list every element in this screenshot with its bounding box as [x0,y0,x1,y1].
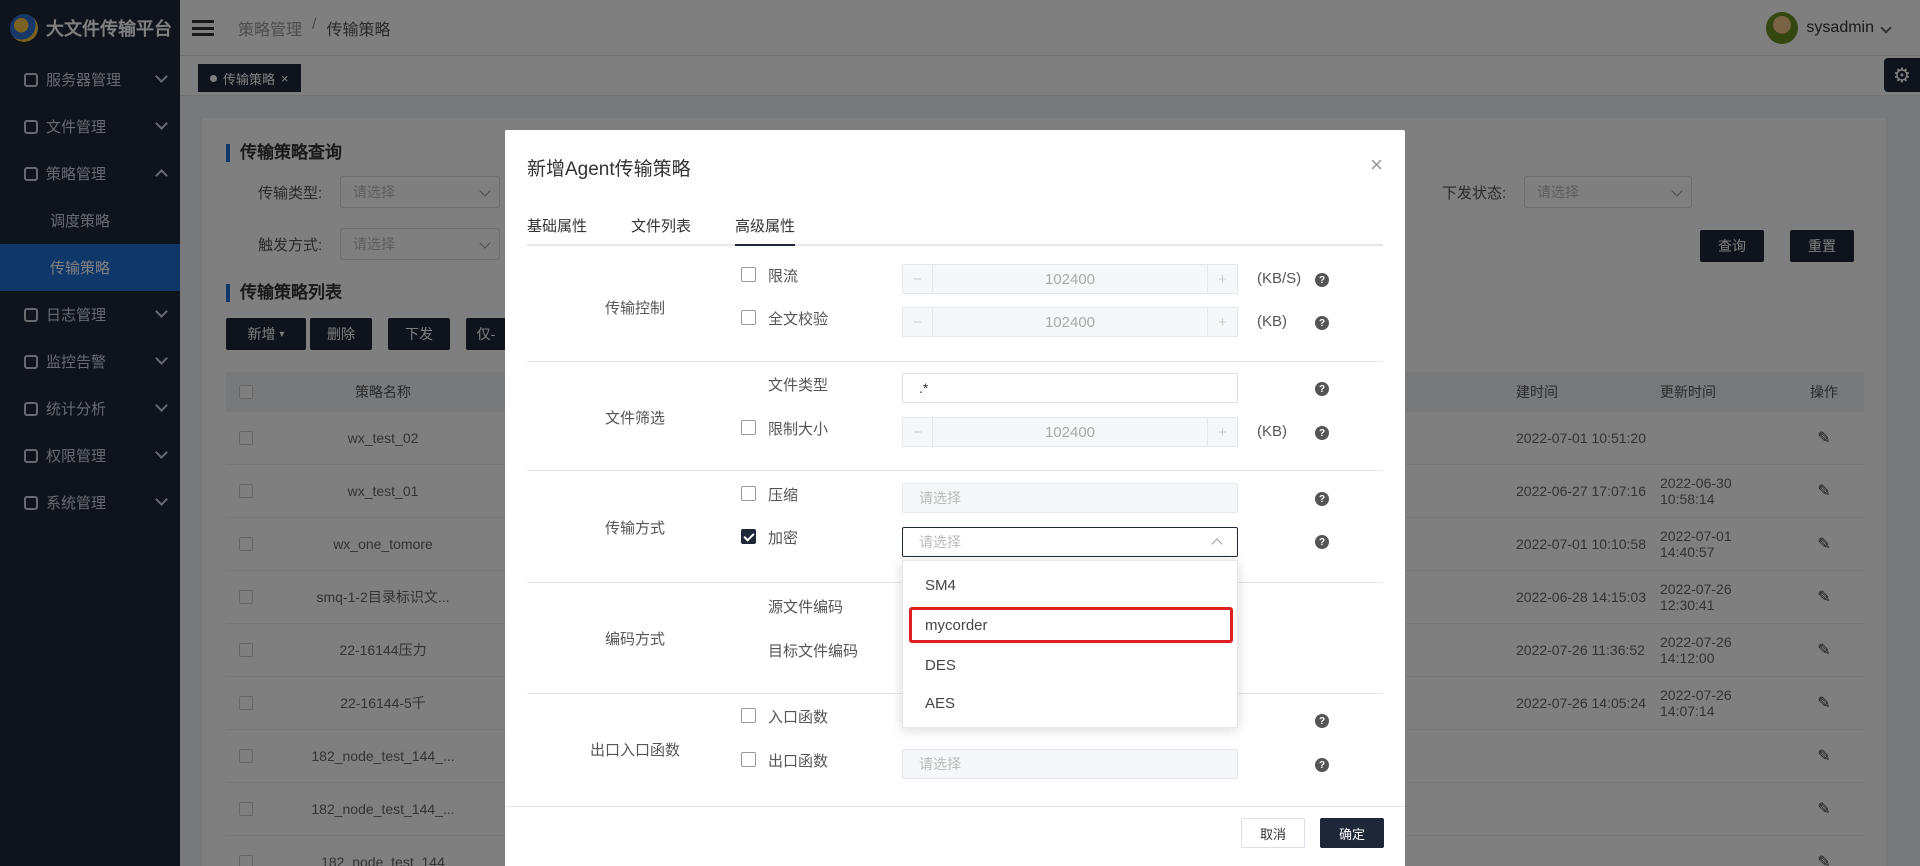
help-icon[interactable]: ? [1315,492,1329,506]
rate-limit-checkbox[interactable] [741,267,756,282]
divider [527,470,1383,471]
size-limit-stepper: − 102400 + [902,417,1238,447]
help-icon[interactable]: ? [1315,382,1329,396]
help-icon[interactable]: ? [1315,714,1329,728]
minus-icon: − [903,308,933,336]
add-agent-policy-dialog: 新增Agent传输策略 × 基础属性 文件列表 高级属性 传输控制 限流 − 1… [505,130,1405,866]
size-limit-checkbox[interactable] [741,420,756,435]
full-verify-unit: (KB) [1257,313,1287,330]
compress-label: 压缩 [768,487,799,504]
exit-func-checkbox[interactable] [741,752,756,767]
dialog-tabs: 基础属性 文件列表 高级属性 [527,214,1383,246]
size-limit-unit: (KB) [1257,423,1287,440]
encrypt-checkbox[interactable] [741,529,756,544]
compress-select[interactable]: 请选择 [902,483,1238,513]
group-transfer-mode: 传输方式 [604,520,665,537]
file-type-label: 文件类型 [768,377,829,394]
group-encoding: 编码方式 [604,631,665,648]
tab-advanced[interactable]: 高级属性 [735,214,796,246]
group-transfer-control: 传输控制 [604,300,665,317]
help-icon[interactable]: ? [1315,273,1329,287]
full-verify-label: 全文校验 [768,311,829,328]
divider [527,361,1383,362]
rate-limit-unit: (KB/S) [1257,270,1302,287]
exit-func-select[interactable]: 请选择 [902,749,1238,779]
src-encoding-label: 源文件编码 [768,599,844,616]
help-icon[interactable]: ? [1315,758,1329,772]
encrypt-dropdown: SM4 mycorder DES AES [902,560,1238,728]
help-icon[interactable]: ? [1315,535,1329,549]
option-aes[interactable]: AES [903,685,1239,721]
confirm-button[interactable]: 确定 [1320,818,1384,848]
tab-file-list[interactable]: 文件列表 [631,214,691,246]
option-sm4[interactable]: SM4 [903,567,1239,603]
rate-limit-stepper: − 102400 + [902,264,1238,294]
option-des[interactable]: DES [903,647,1239,683]
entry-func-checkbox[interactable] [741,708,756,723]
entry-func-label: 入口函数 [768,709,829,726]
encrypt-select[interactable]: 请选择 [902,527,1238,557]
minus-icon: − [903,418,933,446]
close-icon[interactable]: × [1370,152,1383,178]
exit-func-label: 出口函数 [768,753,829,770]
full-verify-checkbox[interactable] [741,310,756,325]
group-io-functions: 出口入口函数 [589,742,680,759]
dialog-footer-divider [505,806,1405,807]
plus-icon: + [1207,308,1237,336]
encrypt-label: 加密 [768,530,799,547]
dst-encoding-label: 目标文件编码 [768,643,859,660]
group-file-filter: 文件筛选 [604,410,665,427]
dialog-title: 新增Agent传输策略 [527,159,691,180]
help-icon[interactable]: ? [1315,426,1329,440]
rate-limit-label: 限流 [768,268,799,285]
size-limit-label: 限制大小 [768,421,829,438]
compress-checkbox[interactable] [741,486,756,501]
plus-icon: + [1207,418,1237,446]
tab-basic[interactable]: 基础属性 [527,214,587,246]
file-type-input[interactable]: .* [902,373,1238,403]
plus-icon: + [1207,265,1237,293]
help-icon[interactable]: ? [1315,316,1329,330]
cancel-button[interactable]: 取消 [1241,818,1305,848]
option-mycorder[interactable]: mycorder [909,607,1233,643]
minus-icon: − [903,265,933,293]
chevron-up-icon [1211,538,1223,550]
full-verify-stepper: − 102400 + [902,307,1238,337]
